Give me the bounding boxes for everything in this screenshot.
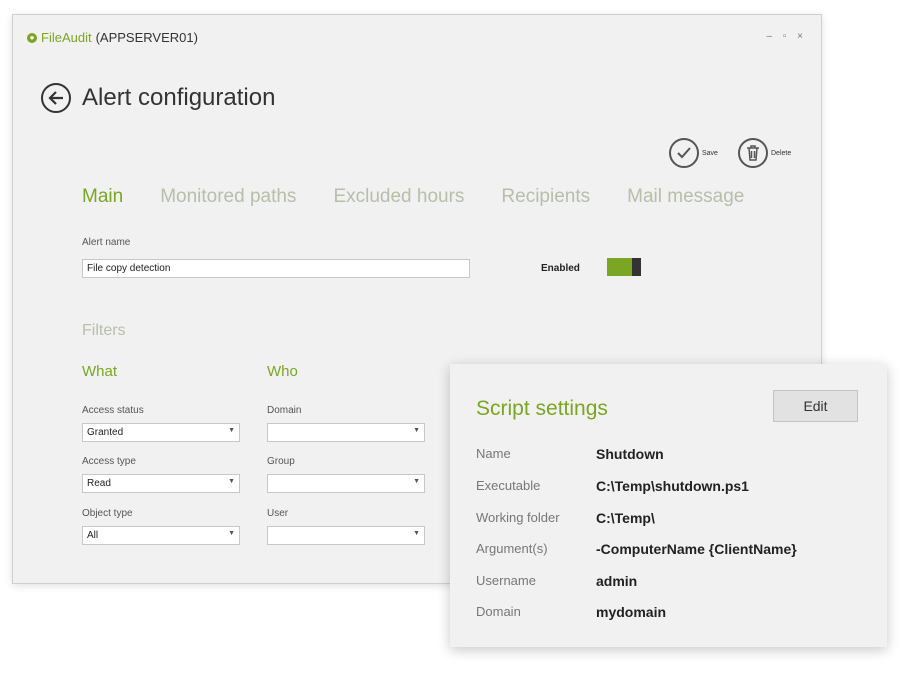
setting-row-domain: Domain mydomain	[476, 604, 666, 620]
domain-label: Domain	[267, 405, 302, 416]
setting-row-executable: Executable C:\Temp\shutdown.ps1	[476, 478, 749, 494]
dropdown-caret-icon: ▼	[228, 427, 235, 434]
filters-title: Filters	[82, 322, 126, 339]
object-type-label: Object type	[82, 508, 133, 519]
setting-row-arguments: Argument(s) -ComputerName {ClientName}	[476, 541, 797, 557]
domain-select[interactable]: ▼	[267, 423, 425, 442]
fileaudit-logo-icon: ●	[27, 32, 37, 43]
window-controls[interactable]: – ▫ ×	[766, 31, 807, 42]
who-title: Who	[267, 363, 298, 380]
setting-value: C:\Temp\	[596, 510, 655, 526]
access-type-value: Read	[87, 478, 111, 489]
script-settings-panel: Script settings Edit Name Shutdown Execu…	[450, 364, 887, 647]
tab-bar: Main Monitored paths Excluded hours Reci…	[82, 186, 781, 208]
access-status-select[interactable]: Granted ▼	[82, 423, 240, 442]
setting-value: -ComputerName {ClientName}	[596, 541, 797, 557]
dropdown-caret-icon: ▼	[228, 530, 235, 537]
delete-button[interactable]: Delete	[738, 138, 791, 168]
dropdown-caret-icon: ▼	[413, 530, 420, 537]
enabled-label: Enabled	[541, 263, 580, 274]
app-name: FileAudit	[41, 30, 92, 45]
setting-key: Argument(s)	[476, 541, 548, 556]
tab-main[interactable]: Main	[82, 186, 123, 208]
setting-value: C:\Temp\shutdown.ps1	[596, 478, 749, 494]
alert-name-input[interactable]: File copy detection	[82, 259, 470, 278]
edit-button[interactable]: Edit	[773, 390, 858, 422]
setting-key: Domain	[476, 604, 521, 619]
user-label: User	[267, 508, 289, 519]
script-settings-title: Script settings	[476, 397, 608, 420]
title-bar: ● FileAudit (APPSERVER01)	[27, 30, 198, 45]
tab-recipients[interactable]: Recipients	[501, 186, 590, 208]
save-button[interactable]: Save	[669, 138, 718, 168]
alert-name-label: Alert name	[82, 237, 131, 248]
tab-mail-message[interactable]: Mail message	[627, 186, 744, 208]
dropdown-caret-icon: ▼	[413, 478, 420, 485]
tab-excluded-hours[interactable]: Excluded hours	[333, 186, 464, 208]
enabled-toggle[interactable]	[607, 258, 641, 276]
server-name: (APPSERVER01)	[95, 30, 198, 45]
setting-key: Username	[476, 573, 536, 588]
back-button[interactable]	[41, 83, 71, 113]
access-type-select[interactable]: Read ▼	[82, 474, 240, 493]
access-status-label: Access status	[82, 405, 144, 416]
page-title: Alert configuration	[82, 84, 276, 111]
delete-label: Delete	[771, 149, 792, 157]
group-select[interactable]: ▼	[267, 474, 425, 493]
setting-value: admin	[596, 573, 638, 589]
setting-value: mydomain	[596, 604, 667, 620]
dropdown-caret-icon: ▼	[413, 427, 420, 434]
object-type-value: All	[87, 530, 99, 541]
setting-row-username: Username admin	[476, 573, 637, 589]
setting-key: Working folder	[476, 510, 560, 525]
setting-key: Name	[476, 446, 511, 461]
toggle-knob	[632, 258, 641, 276]
setting-row-working-folder: Working folder C:\Temp\	[476, 510, 655, 526]
checkmark-icon	[669, 138, 699, 168]
group-label: Group	[267, 456, 295, 467]
what-title: What	[82, 363, 118, 380]
object-type-select[interactable]: All ▼	[82, 526, 240, 545]
user-select[interactable]: ▼	[267, 526, 425, 545]
trash-icon	[738, 138, 768, 168]
setting-row-name: Name Shutdown	[476, 446, 664, 462]
setting-key: Executable	[476, 478, 541, 493]
save-label: Save	[702, 149, 718, 157]
access-type-label: Access type	[82, 456, 136, 467]
arrow-left-icon	[48, 91, 63, 105]
access-status-value: Granted	[87, 427, 124, 438]
dropdown-caret-icon: ▼	[228, 478, 235, 485]
setting-value: Shutdown	[596, 446, 664, 462]
tab-monitored-paths[interactable]: Monitored paths	[160, 186, 296, 208]
